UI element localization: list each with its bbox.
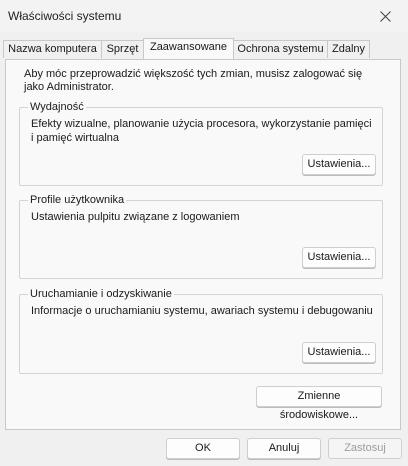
admin-notice: Aby móc przeprowadzić większość tych zmi… xyxy=(24,68,363,93)
startup-recovery-settings-button[interactable]: Ustawienia... xyxy=(302,342,376,363)
startup-recovery-description: Informacje o uruchamianiu systemu, awari… xyxy=(31,305,373,317)
tab-hardware[interactable]: Sprzęt xyxy=(101,40,144,58)
ok-button[interactable]: OK xyxy=(166,438,240,459)
performance-group: Wydajność Efekty wizualne, planowanie uż… xyxy=(19,101,383,186)
performance-title: Wydajność xyxy=(28,101,86,114)
advanced-panel: Aby móc przeprowadzić większość tych zmi… xyxy=(5,59,401,430)
tab-advanced[interactable]: Zaawansowane xyxy=(143,38,234,59)
user-profiles-group: Profile użytkownika Ustawienia pulpitu z… xyxy=(19,194,383,279)
startup-recovery-group: Uruchamianie i odzyskiwanie Informacje o… xyxy=(19,288,383,374)
title-bar: Właściwości systemu xyxy=(0,0,408,32)
cancel-button[interactable]: Anuluj xyxy=(247,438,321,459)
performance-settings-button[interactable]: Ustawienia... xyxy=(302,154,376,175)
user-profiles-settings-button[interactable]: Ustawienia... xyxy=(302,247,376,268)
tab-computer-name[interactable]: Nazwa komputera xyxy=(3,40,102,58)
performance-description: Efekty wizualne, planowanie użycia proce… xyxy=(31,118,372,144)
tab-strip: Nazwa komputera Sprzęt Zaawansowane Ochr… xyxy=(3,38,405,60)
user-profiles-description: Ustawienia pulpitu związane z logowaniem xyxy=(31,211,240,223)
user-profiles-title: Profile użytkownika xyxy=(28,194,127,207)
tab-system-protection[interactable]: Ochrona systemu xyxy=(233,40,328,58)
environment-variables-button[interactable]: Zmienne środowiskowe... xyxy=(256,386,382,421)
close-icon xyxy=(379,10,391,22)
apply-button[interactable]: Zastosuj xyxy=(328,438,402,459)
startup-recovery-title: Uruchamianie i odzyskiwanie xyxy=(28,288,174,301)
close-button[interactable] xyxy=(362,0,408,32)
tab-remote[interactable]: Zdalny xyxy=(327,40,370,58)
window-title: Właściwości systemu xyxy=(8,9,122,23)
